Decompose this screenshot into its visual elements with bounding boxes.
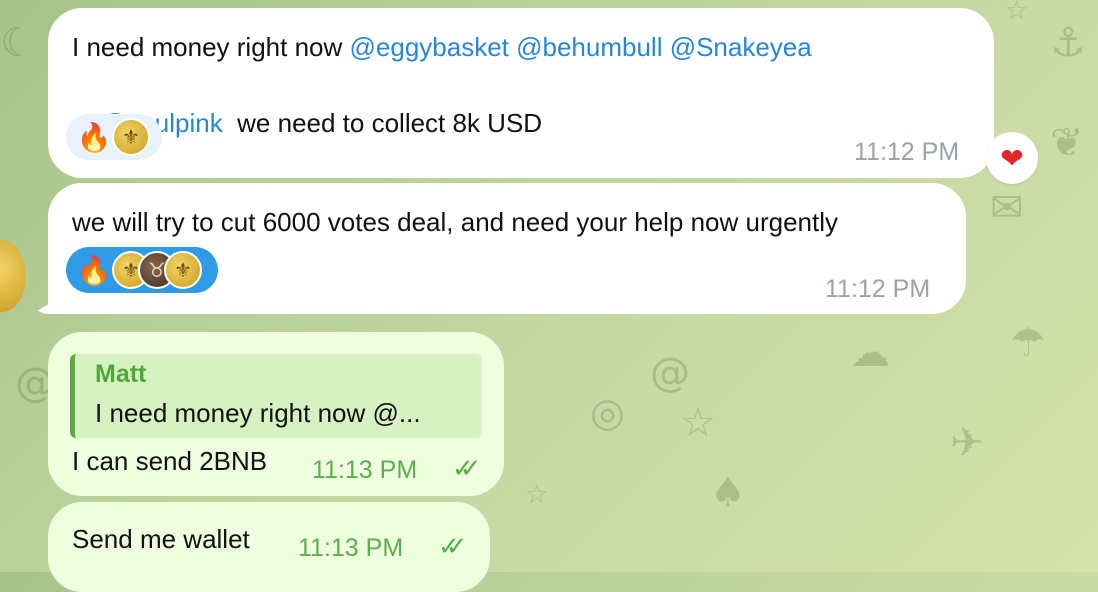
message-text: Send me wallet: [72, 524, 250, 554]
reactions-row[interactable]: 🔥 ⚜: [66, 114, 162, 160]
background-doodle-star-icon: ☆: [525, 480, 549, 510]
double-check-icon: ✓✓: [438, 532, 467, 562]
reply-text: I need money right now @...: [95, 398, 421, 428]
background-doodle-mushroom-icon: ♠: [710, 470, 746, 516]
heart-icon[interactable]: ❤: [986, 132, 1038, 184]
fire-icon: 🔥: [76, 253, 112, 287]
fire-icon: 🔥: [76, 120, 112, 154]
background-doodle-anchor-icon: ⚓: [1050, 20, 1086, 66]
sender-avatar[interactable]: [0, 240, 26, 312]
reactor-avatar: ⚜: [112, 118, 150, 156]
message-text: I can send 2BNB: [72, 446, 268, 476]
message-timestamp: 11:13 PM: [312, 456, 418, 484]
message-timestamp: 11:12 PM: [825, 275, 931, 303]
background-doodle-star-icon: ☆: [680, 400, 716, 446]
background-doodle-umbrella-icon: ☂: [1010, 320, 1046, 366]
bubble-tail: [32, 296, 62, 314]
reactor-avatar: ⚜: [164, 251, 202, 289]
background-doodle-envelope-icon: ✉: [990, 185, 1024, 231]
background-doodle-star-icon: ☆: [1005, 0, 1029, 26]
background-doodle-rocket-icon: ✈: [950, 420, 984, 466]
mention-links[interactable]: @eggybasket @behumbull @Snakeyea: [350, 32, 812, 62]
reply-quote[interactable]: Matt I need money right now @...: [70, 354, 482, 438]
reactions-row[interactable]: 🔥 ⚜ ♉ ⚜: [66, 247, 218, 293]
background-doodle-camera-icon: ◎: [590, 390, 625, 436]
reply-author: Matt: [95, 360, 147, 388]
background-doodle-swirl-icon: @: [650, 350, 690, 396]
message-bubble-incoming[interactable]: I need money right now @eggybasket @behu…: [48, 8, 994, 178]
message-text: I need money right now @eggybasket @behu…: [72, 28, 812, 66]
double-check-icon: ✓✓: [452, 454, 481, 484]
message-timestamp: 11:13 PM: [298, 534, 404, 562]
message-timestamp: 11:12 PM: [854, 138, 960, 166]
message-bubble-outgoing[interactable]: Matt I need money right now @... I can s…: [48, 332, 504, 496]
background-doodle-sheep-icon: ☁: [850, 330, 890, 376]
message-bubble-incoming[interactable]: we will try to cut 6000 votes deal, and …: [48, 183, 966, 314]
message-bubble-outgoing[interactable]: Send me wallet 11:13 PM ✓✓: [48, 502, 490, 592]
message-text-part: we need to collect 8k USD: [222, 108, 543, 138]
background-doodle-banana-icon: ☾: [0, 20, 36, 66]
background-doodle-pineapple-icon: ❦: [1050, 120, 1084, 166]
message-text-part: I need money right now: [72, 32, 350, 62]
message-text: we will try to cut 6000 votes deal, and …: [72, 207, 839, 237]
